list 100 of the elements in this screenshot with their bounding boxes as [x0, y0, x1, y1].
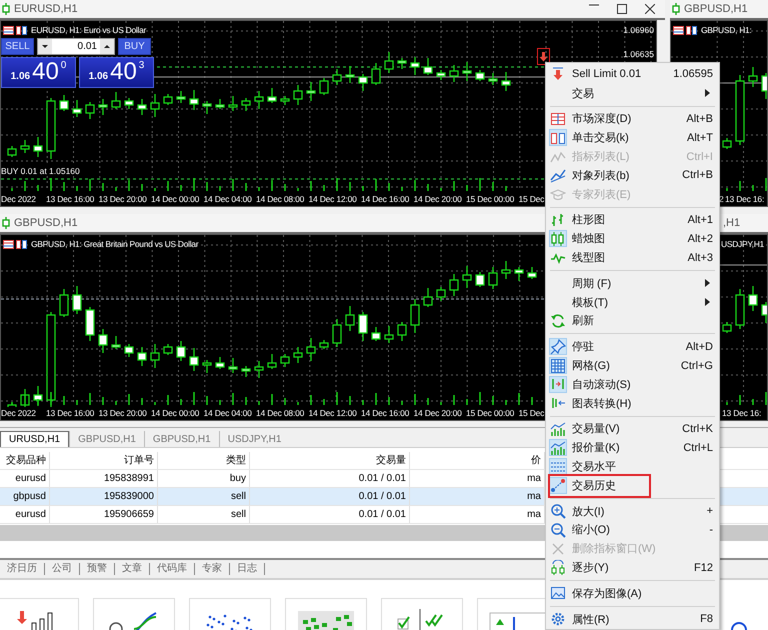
- column-header[interactable]: 交易品种: [0, 452, 50, 469]
- menu-label: 网格(G): [572, 359, 611, 374]
- panel-tab[interactable]: 公司: [45, 563, 80, 575]
- menu-label: 单击交易(k): [572, 130, 630, 146]
- chart-tab[interactable]: URUSD,H1: [0, 431, 70, 447]
- lot-spinner[interactable]: 0.01: [37, 38, 115, 55]
- menu-item[interactable]: 保存为图像(A): [546, 584, 719, 603]
- shortcut-label: F8: [700, 613, 713, 626]
- shortcut-label: Ctrl+B: [682, 169, 713, 182]
- time-label: 13 Dec 16:: [725, 194, 764, 204]
- time-label: 14 Dec 04:00: [204, 408, 253, 418]
- menu-item[interactable]: 逐步(Y) F12: [546, 558, 719, 577]
- menu-label: 模板(T): [572, 296, 610, 310]
- chart-header: USDJPY,H1: [721, 239, 764, 249]
- menu-item[interactable]: 对象列表(b) Ctrl+B: [546, 166, 719, 185]
- time-label: 13 Dec 20:00: [98, 194, 148, 204]
- shortcut-label: Ctrl+L: [683, 442, 713, 454]
- chart-header: EURUSD, H1: Euro vs US Dollar: [31, 25, 146, 35]
- table-cell: sell: [158, 488, 250, 505]
- menu-item[interactable]: 柱形图 Alt+1: [546, 210, 719, 230]
- sell-button[interactable]: SELL: [1, 38, 34, 55]
- menu-item[interactable]: 线型图 Alt+3: [546, 248, 719, 267]
- menu-item[interactable]: 报价量(K) Ctrl+L: [546, 438, 719, 458]
- panel-tab[interactable]: 济日历: [0, 563, 45, 575]
- menu-label: 保存为图像(A): [572, 586, 643, 601]
- price-point: 0: [60, 60, 66, 71]
- chart-tab[interactable]: GBPUSD,H1: [144, 431, 219, 447]
- time-label: Dec 2022: [1, 194, 37, 204]
- window-title: GBPUSD,H1: [14, 217, 78, 229]
- menu-item[interactable]: 蜡烛图 Alt+2: [546, 229, 719, 248]
- shortcut-label: 1.06595: [673, 68, 713, 80]
- menu-item[interactable]: 网格(G) Ctrl+G: [546, 356, 719, 375]
- time-label: 13 Dec 16:00: [46, 408, 96, 418]
- time-label: 14 Dec 16:00: [361, 194, 410, 204]
- time-label: 14 Dec 04:00: [204, 194, 253, 204]
- window-title: EURUSD,H1: [14, 3, 78, 15]
- panel-tab[interactable]: 文章: [115, 563, 150, 575]
- menu-label: 属性(R): [572, 612, 610, 627]
- price-label: 1.06960: [623, 25, 654, 35]
- table-cell: 195839000: [50, 488, 158, 505]
- menu-label: 交易量(V): [572, 422, 621, 436]
- menu-label: 交易: [572, 86, 595, 101]
- panel-tab[interactable]: 日志: [230, 563, 265, 575]
- menu-item[interactable]: 交易量(V) Ctrl+K: [546, 420, 719, 438]
- time-label: 14 Dec 00:00: [151, 194, 200, 204]
- menu-label: 放大(I): [572, 504, 606, 519]
- menu-label: 周期 (F): [572, 276, 612, 291]
- time-label: 15 Dec: [518, 194, 544, 204]
- shortcut-label: Alt+3: [688, 252, 713, 264]
- menu-label: 自动滚动(S): [572, 378, 632, 392]
- panel-tab[interactable]: 代码库: [150, 563, 195, 575]
- menu-label: 图表转换(H): [572, 396, 632, 411]
- column-header[interactable]: 交易量: [250, 452, 410, 469]
- menu-label: 对象列表(b): [572, 168, 630, 183]
- chart-tab[interactable]: USDJPY,H1: [218, 431, 290, 447]
- menu-label: 蜡烛图: [572, 232, 606, 246]
- time-label: 14 Dec 12:00: [308, 408, 358, 418]
- time-label: 14 Dec 00:00: [151, 408, 200, 418]
- menu-item[interactable]: 周期 (F): [546, 274, 719, 293]
- time-label: 14 Dec 20:00: [414, 194, 463, 204]
- window-title: GBPUSD,H1: [684, 3, 748, 15]
- time-label: 13 Dec 16:: [722, 408, 762, 418]
- menu-label: 停驻: [572, 340, 595, 354]
- shortcut-label: Alt+B: [686, 112, 713, 125]
- menu-label: 刷新: [572, 314, 595, 328]
- column-header[interactable]: 类型: [158, 452, 250, 469]
- table-cell: 0.01 / 0.01: [250, 506, 410, 523]
- menu-item[interactable]: 属性(R) F8: [546, 610, 719, 629]
- table-cell: 0.01 / 0.01: [250, 470, 410, 487]
- table-cell: 195906659: [50, 506, 158, 523]
- menu-label: 线型图: [572, 251, 606, 266]
- time-label: 13 Dec 16:00: [46, 194, 96, 204]
- table-cell: 195838991: [50, 470, 158, 487]
- menu-item[interactable]: 交易: [546, 84, 719, 103]
- time-label: 13 Dec 20:00: [98, 408, 148, 418]
- price-pips: 40: [110, 58, 137, 86]
- menu-item[interactable]: 模板(T): [546, 292, 719, 312]
- menu-item[interactable]: 市场深度(D) Alt+B: [546, 110, 719, 128]
- buy-button[interactable]: BUY: [118, 38, 151, 55]
- menu-label: 柱形图: [572, 213, 606, 228]
- price-pips: 40: [32, 58, 59, 86]
- chart-tab[interactable]: GBPUSD,H1: [69, 431, 144, 447]
- time-label: 14 Dec 16:00: [361, 408, 410, 418]
- menu-label: Sell Limit 0.01: [572, 68, 642, 80]
- table-cell: gbpusd: [0, 488, 50, 505]
- menu-item[interactable]: 图表转换(H): [546, 394, 719, 413]
- menu-item[interactable]: 自动滚动(S): [546, 374, 719, 394]
- time-label: 14 Dec 12:00: [308, 194, 358, 204]
- time-label: 15 Dec 00:00: [466, 194, 516, 204]
- shortcut-label: Ctrl+K: [682, 422, 713, 435]
- time-label: 14 Dec 08:00: [256, 194, 306, 204]
- panel-tab[interactable]: 预警: [80, 563, 115, 575]
- menu-label: 删除指标窗口(W): [572, 542, 657, 556]
- menu-item[interactable]: 单击交易(k) Alt+T: [546, 128, 719, 148]
- menu-item[interactable]: 停驻 Alt+D: [546, 337, 719, 356]
- window-title: ,H1: [723, 217, 740, 229]
- column-header[interactable]: 订单号: [50, 452, 158, 469]
- menu-item[interactable]: 刷新: [546, 312, 719, 330]
- panel-tab[interactable]: 专家: [195, 563, 230, 575]
- menu-item[interactable]: Sell Limit 0.01 1.06595: [546, 65, 719, 84]
